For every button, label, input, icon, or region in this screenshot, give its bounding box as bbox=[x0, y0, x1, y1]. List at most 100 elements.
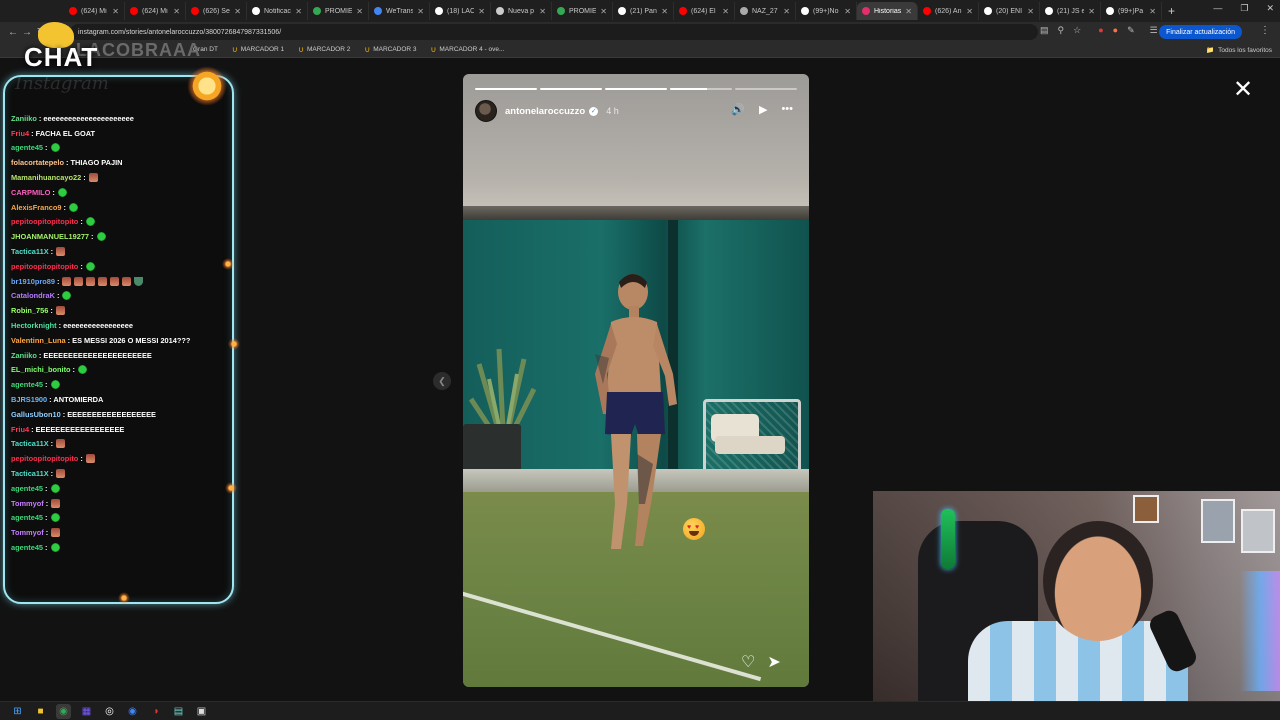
tab-close-icon[interactable]: ✕ bbox=[905, 7, 912, 16]
chat-username[interactable]: Tommyof bbox=[11, 528, 44, 537]
tab-close-icon[interactable]: ✕ bbox=[478, 7, 485, 16]
chat-username[interactable]: Tactica11X bbox=[11, 439, 49, 448]
chat-username[interactable]: Friu4 bbox=[11, 129, 29, 138]
tab-close-icon[interactable]: ✕ bbox=[112, 7, 119, 16]
browser-tab[interactable]: (624) El ✕ bbox=[674, 2, 735, 20]
extensions-icon[interactable]: ✎ bbox=[1127, 25, 1135, 36]
chat-username[interactable]: pepitoopitopitopito bbox=[11, 454, 78, 463]
file-explorer-icon[interactable]: ■ bbox=[33, 704, 48, 719]
extension-red-icon[interactable]: ● bbox=[1098, 25, 1103, 36]
tab-close-icon[interactable]: ✕ bbox=[600, 7, 607, 16]
play-icon[interactable]: ▶ bbox=[759, 103, 767, 116]
browser-tab[interactable]: Notificac ✕ bbox=[247, 2, 308, 20]
chat-username[interactable]: Tactica11X bbox=[11, 247, 49, 256]
close-story-button[interactable]: ✕ bbox=[1233, 75, 1253, 104]
forward-icon[interactable]: → bbox=[20, 27, 34, 38]
browser-tab[interactable]: (626) Se ✕ bbox=[186, 2, 247, 20]
volume-icon[interactable]: 🔊 bbox=[731, 103, 745, 116]
more-options-icon[interactable]: ••• bbox=[781, 103, 793, 116]
tab-close-icon[interactable]: ✕ bbox=[539, 7, 546, 16]
tab-close-icon[interactable]: ✕ bbox=[295, 7, 302, 16]
browser-tab[interactable]: WeTrans ✕ bbox=[369, 2, 430, 20]
tab-close-icon[interactable]: ✕ bbox=[722, 7, 729, 16]
chat-username[interactable]: Friu4 bbox=[11, 425, 29, 434]
chat-username[interactable]: agente45 bbox=[11, 513, 43, 522]
chat-username[interactable]: Tommyof bbox=[11, 499, 44, 508]
chat-username[interactable]: folacortatepelo bbox=[11, 158, 64, 167]
bookmark-item[interactable]: ∪ MARCADOR 2 bbox=[298, 45, 350, 54]
tab-close-icon[interactable]: ✕ bbox=[1088, 7, 1095, 16]
chat-username[interactable]: CARPMILO bbox=[11, 188, 50, 197]
browser-menu-icon[interactable]: ⋮ bbox=[1260, 25, 1270, 36]
story-user-avatar[interactable] bbox=[475, 100, 497, 122]
browser-tab[interactable]: (20) ENI ✕ bbox=[979, 2, 1040, 20]
chat-username[interactable]: AlexisFranco9 bbox=[11, 203, 62, 212]
chrome-2-icon[interactable]: ◉ bbox=[125, 704, 140, 719]
chat-username[interactable]: Zaniiko bbox=[11, 114, 37, 123]
media-icon[interactable]: ☰ bbox=[1150, 25, 1158, 36]
chat-username[interactable]: agente45 bbox=[11, 484, 43, 493]
chat-username[interactable]: Robin_756 bbox=[11, 306, 48, 315]
chat-username[interactable]: Valentinn_Luna bbox=[11, 336, 66, 345]
chat-username[interactable]: BJRS1900 bbox=[11, 395, 47, 404]
browser-tab[interactable]: (99+)No ✕ bbox=[796, 2, 857, 20]
chat-username[interactable]: agente45 bbox=[11, 143, 43, 152]
chat-username[interactable]: CatalondraK bbox=[11, 291, 55, 300]
tab-close-icon[interactable]: ✕ bbox=[417, 7, 424, 16]
chat-username[interactable]: pepitoopitopitopito bbox=[11, 217, 78, 226]
chat-username[interactable]: agente45 bbox=[11, 543, 43, 552]
chat-username[interactable]: GallusUbon10 bbox=[11, 410, 61, 419]
chat-username[interactable]: Zaniiko bbox=[11, 351, 37, 360]
browser-tab[interactable]: (99+)Pa ✕ bbox=[1101, 2, 1162, 20]
install-icon[interactable]: ▤ bbox=[1040, 25, 1049, 36]
all-favorites[interactable]: 📁 Todos los favoritos bbox=[1206, 46, 1272, 55]
previous-story-button[interactable]: ❮ bbox=[433, 372, 451, 390]
browser-tab[interactable]: Historias ✕ bbox=[857, 2, 918, 20]
browser-tab[interactable]: (624) Mi ✕ bbox=[125, 2, 186, 20]
tab-close-icon[interactable]: ✕ bbox=[1027, 7, 1034, 16]
chat-username[interactable]: agente45 bbox=[11, 380, 43, 389]
app-notes-icon[interactable]: ▤ bbox=[171, 704, 186, 719]
bookmark-item[interactable]: ∪ MARCADOR 1 bbox=[232, 45, 284, 54]
windows-start-icon[interactable]: ⊞ bbox=[10, 704, 25, 719]
story-username[interactable]: antonelaroccuzzo bbox=[505, 106, 585, 117]
back-icon[interactable]: ← bbox=[6, 27, 20, 38]
browser-tab[interactable]: (626) An ✕ bbox=[918, 2, 979, 20]
like-heart-icon[interactable]: ♡ bbox=[741, 652, 755, 672]
story-frame[interactable]: ♥ ♥ antonelaroccuzzo ✓ 4 h 🔊 ▶ ••• ♡ ➤ bbox=[463, 74, 809, 687]
tab-close-icon[interactable]: ✕ bbox=[966, 7, 973, 16]
chat-username[interactable]: pepitoopitopitopito bbox=[11, 262, 78, 271]
maximize-icon[interactable]: ❐ bbox=[1240, 3, 1248, 14]
zoom-icon[interactable]: ⚲ bbox=[1058, 25, 1065, 36]
close-window-icon[interactable]: ✕ bbox=[1266, 3, 1274, 14]
tab-close-icon[interactable]: ✕ bbox=[661, 7, 668, 16]
extension-orange-icon[interactable]: ● bbox=[1113, 25, 1118, 36]
app-capture-icon[interactable]: ◑ bbox=[148, 704, 163, 719]
minimize-icon[interactable]: — bbox=[1213, 3, 1222, 14]
chat-username[interactable]: EL_michi_bonito bbox=[11, 365, 71, 374]
bookmark-star-icon[interactable]: ☆ bbox=[1073, 25, 1081, 36]
chat-username[interactable]: Mamanihuancayo22 bbox=[11, 173, 81, 182]
chat-username[interactable]: Hectorknight bbox=[11, 321, 57, 330]
chat-username[interactable]: Tactica11X bbox=[11, 469, 49, 478]
browser-tab[interactable]: (624) Mi ✕ bbox=[64, 2, 125, 20]
browser-tab[interactable]: Nueva p ✕ bbox=[491, 2, 552, 20]
chrome-icon[interactable]: ◉ bbox=[56, 703, 71, 719]
tab-close-icon[interactable]: ✕ bbox=[844, 7, 851, 16]
app-obs-icon[interactable]: ◎ bbox=[102, 704, 117, 719]
new-tab-icon[interactable]: + bbox=[1168, 4, 1175, 18]
finish-update-button[interactable]: Finalizar actualización bbox=[1159, 25, 1242, 39]
tab-close-icon[interactable]: ✕ bbox=[1149, 7, 1156, 16]
browser-tab[interactable]: NAZ_27 ✕ bbox=[735, 2, 796, 20]
browser-tab[interactable]: (21) JS e ✕ bbox=[1040, 2, 1101, 20]
url-field[interactable]: instagram.com/stories/antonelaroccuzzo/3… bbox=[70, 24, 1038, 40]
chat-username[interactable]: JHOANMANUEL19277 bbox=[11, 232, 89, 241]
tab-close-icon[interactable]: ✕ bbox=[234, 7, 241, 16]
browser-tab[interactable]: (21) Pan ✕ bbox=[613, 2, 674, 20]
bookmark-item[interactable]: ∪ MARCADOR 4 - ove... bbox=[431, 45, 505, 54]
browser-tab[interactable]: (18) LAC ✕ bbox=[430, 2, 491, 20]
app-terminal-icon[interactable]: ▣ bbox=[194, 704, 209, 719]
bookmark-item[interactable]: ∪ MARCADOR 3 bbox=[364, 45, 416, 54]
browser-tab[interactable]: PROMIE ✕ bbox=[308, 2, 369, 20]
tab-close-icon[interactable]: ✕ bbox=[173, 7, 180, 16]
